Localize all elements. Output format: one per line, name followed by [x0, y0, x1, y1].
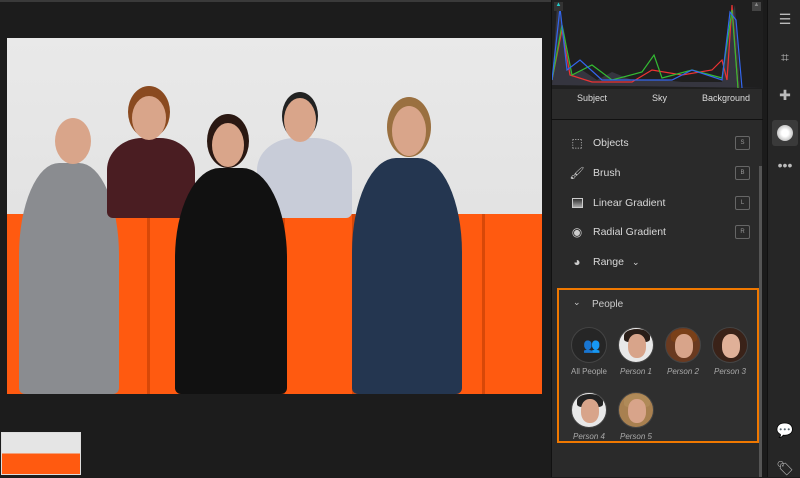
tool-label: Range	[593, 256, 624, 268]
linear-gradient-icon	[570, 196, 584, 210]
person-all-people[interactable]: 👥 All People	[566, 327, 612, 376]
tool-label: Radial Gradient	[593, 226, 666, 238]
shadow-clipping-toggle[interactable]: ▲	[554, 2, 563, 11]
tool-objects[interactable]: ⬚ Objects S	[570, 133, 750, 153]
image-canvas[interactable]	[0, 0, 551, 477]
masking-panel: ▲ ▲ Subject Sky Background ⬚ Objects S 🖌 Br…	[551, 0, 763, 477]
person-label: All People	[570, 367, 608, 376]
radial-gradient-icon: ◉	[571, 225, 583, 239]
shortcut-key: R	[735, 225, 750, 239]
person-5[interactable]: Person 5	[613, 392, 659, 441]
avatar	[665, 327, 701, 363]
tool-label: Linear Gradient	[593, 197, 666, 209]
tool-range[interactable]: ◕ Range ⌄	[570, 252, 750, 272]
person-2[interactable]: Person 2	[660, 327, 706, 376]
filmstrip-thumbnail[interactable]	[1, 432, 81, 475]
more-icon[interactable]: •••	[775, 155, 795, 175]
person-label: Person 4	[572, 432, 606, 441]
brush-icon: 🖌	[569, 166, 585, 180]
healing-icon[interactable]: ✚	[775, 85, 795, 105]
photo[interactable]	[7, 38, 542, 394]
tool-label: Brush	[593, 167, 621, 179]
histogram-label-sky: Sky	[652, 93, 668, 103]
person-3[interactable]: Person 3	[707, 327, 753, 376]
range-icon: ◕	[573, 255, 581, 269]
people-title: People	[592, 299, 624, 310]
shortcut-key: S	[735, 136, 750, 150]
masking-icon[interactable]	[772, 120, 798, 146]
avatar	[712, 327, 748, 363]
objects-icon: ⬚	[571, 136, 583, 150]
shortcut-key: L	[735, 196, 750, 210]
crop-icon[interactable]: ⌗	[775, 47, 795, 67]
histogram-graph	[551, 4, 763, 89]
comment-icon[interactable]: 💬	[775, 420, 795, 440]
person-label: Person 3	[713, 367, 747, 376]
tool-label: Objects	[593, 137, 629, 149]
edit-sliders-icon[interactable]: ☰	[775, 9, 795, 29]
person-label: Person 2	[666, 367, 700, 376]
panel-scrollbar[interactable]	[759, 166, 762, 477]
highlight-clipping-toggle[interactable]: ▲	[752, 2, 761, 11]
tool-linear-gradient[interactable]: Linear Gradient L	[570, 193, 750, 213]
person-label: Person 1	[619, 367, 653, 376]
chevron-down-icon[interactable]: ⌄	[573, 297, 581, 308]
person-4[interactable]: Person 4	[566, 392, 612, 441]
tool-radial-gradient[interactable]: ◉ Radial Gradient R	[570, 222, 750, 242]
person-label: Person 5	[619, 432, 653, 441]
histogram-label-background: Background	[702, 93, 751, 103]
people-section: ⌄ People 👥 All People Person 1 Person 2 P…	[557, 288, 759, 443]
chevron-down-icon: ⌄	[631, 256, 640, 267]
tool-brush[interactable]: 🖌 Brush B	[569, 163, 750, 183]
avatar	[571, 392, 607, 428]
right-toolbar: ☰ ⌗ ✚ ••• 💬 🏷	[767, 0, 800, 477]
all-people-icon: 👥	[571, 327, 607, 363]
tag-icon[interactable]: 🏷	[775, 458, 795, 478]
person-1[interactable]: Person 1	[613, 327, 659, 376]
histogram-label-subject: Subject	[577, 93, 608, 103]
avatar	[618, 392, 654, 428]
histogram: ▲ ▲	[551, 0, 763, 89]
shortcut-key: B	[735, 166, 750, 180]
avatar	[618, 327, 654, 363]
